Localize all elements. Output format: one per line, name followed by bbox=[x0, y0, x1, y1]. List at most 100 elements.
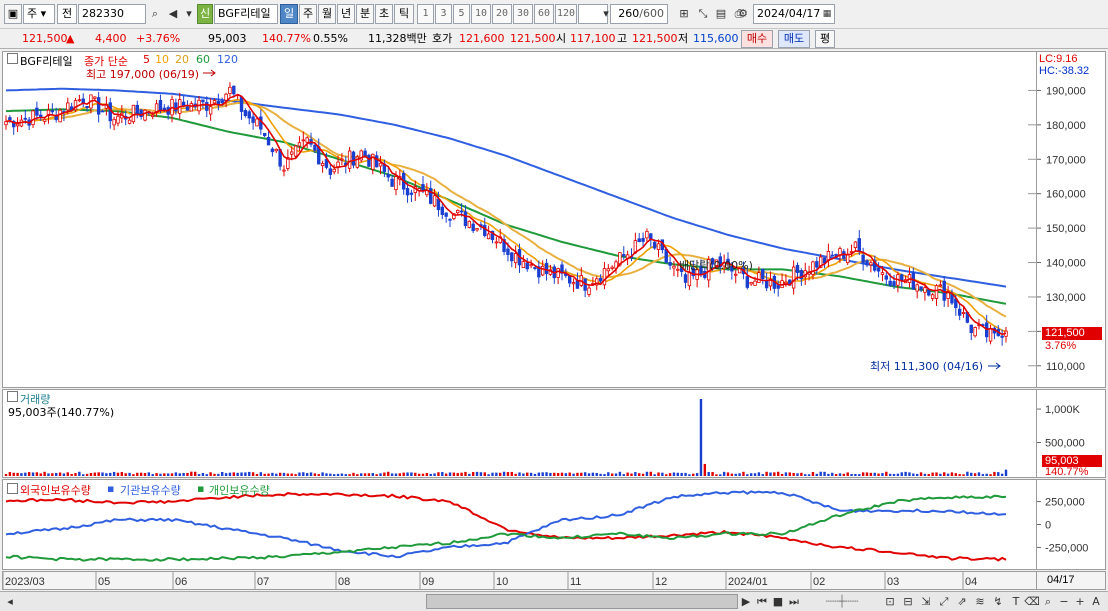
scroll-thumb[interactable] bbox=[426, 594, 738, 609]
volume-panel[interactable]: 거래량 95,003주(140.77%) bbox=[2, 389, 1037, 478]
interval-120[interactable]: 120 bbox=[555, 4, 577, 24]
stop-icon[interactable]: ■ bbox=[770, 592, 786, 611]
volume-bar bbox=[24, 472, 27, 476]
ma20-label: 20 bbox=[175, 53, 189, 66]
volume-bar bbox=[414, 472, 417, 476]
candle-body bbox=[112, 118, 116, 126]
volume-bar bbox=[510, 471, 513, 476]
candle-body bbox=[938, 284, 943, 287]
volume-bar bbox=[529, 472, 533, 476]
grid-icon[interactable]: ⊟ bbox=[900, 592, 916, 611]
tab-daily[interactable]: 일 bbox=[280, 4, 298, 24]
tab-tick[interactable]: 틱 bbox=[394, 4, 414, 24]
volume-bar bbox=[236, 472, 239, 476]
chart-tools-icon[interactable]: ⊞ bbox=[676, 4, 692, 24]
zoom-icon[interactable]: ⌕ bbox=[1040, 592, 1056, 611]
cycle-icon[interactable]: ↯ bbox=[990, 592, 1006, 611]
basis-select[interactable]: 전 bbox=[57, 4, 77, 24]
volume-bar bbox=[881, 473, 884, 476]
panel-menu-icon[interactable] bbox=[7, 391, 18, 402]
interval-10[interactable]: 10 bbox=[471, 4, 491, 24]
cursor-icon[interactable]: ⇲ bbox=[918, 592, 934, 611]
save-icon[interactable]: ▤ bbox=[713, 4, 729, 24]
candle-body bbox=[483, 224, 487, 237]
price-chart-panel[interactable]: BGF리테일 종가 단순 5 10 20 60 120 최고 197,000 (… bbox=[2, 51, 1037, 388]
candle-body bbox=[606, 268, 611, 272]
erase-icon[interactable]: ⌫ bbox=[1024, 592, 1040, 611]
tab-weekly[interactable]: 주 bbox=[299, 4, 317, 24]
panel-menu-icon[interactable] bbox=[7, 483, 18, 494]
sound-icon[interactable]: ◀ bbox=[165, 4, 181, 24]
interval-1[interactable]: 1 bbox=[417, 4, 434, 24]
count-input[interactable]: 260/600 bbox=[610, 4, 668, 24]
high-price: 121,500 bbox=[632, 32, 678, 45]
trend-icon[interactable]: ⇗ bbox=[954, 592, 970, 611]
interval-60[interactable]: 60 bbox=[534, 4, 554, 24]
tab-monthly[interactable]: 월 bbox=[318, 4, 336, 24]
line-tool-icon[interactable]: ⤢ bbox=[936, 592, 952, 611]
scrollbar[interactable]: ◂ ▶ ⏮ ■ ⏭ ┄┄┼┄┄ ⊡ ⊟ ⇲ ⤢ ⇗ ≋ ↯ T ⌫ ⌕ − + … bbox=[0, 591, 1108, 611]
interval-20[interactable]: 20 bbox=[492, 4, 512, 24]
volume-bar bbox=[402, 472, 405, 476]
zoom-slider[interactable]: ┄┄┼┄┄ bbox=[812, 592, 872, 611]
volume-bar bbox=[448, 472, 452, 476]
window-icon[interactable]: ▣ bbox=[4, 4, 22, 24]
legend-inst-marker: ▪ bbox=[107, 482, 115, 495]
hc-label: HC:-38.32 bbox=[1039, 65, 1090, 77]
search-icon[interactable]: ⌕ bbox=[147, 4, 163, 24]
holdings-panel[interactable]: 외국인보유수량 ▪ 기관보유수량 ▪ 개인보유수량 bbox=[2, 479, 1037, 570]
candle-body bbox=[58, 109, 62, 123]
volume-bar bbox=[757, 472, 761, 476]
volume-bar bbox=[672, 472, 676, 476]
scroll-left-icon[interactable]: ◂ bbox=[2, 592, 18, 611]
play-icon[interactable]: ▶ bbox=[738, 592, 754, 611]
volume-bar bbox=[471, 472, 475, 476]
volume-bar bbox=[313, 473, 317, 476]
date-label: 11 bbox=[570, 576, 581, 588]
interval-30[interactable]: 30 bbox=[513, 4, 533, 24]
volume-bar bbox=[124, 473, 127, 476]
tab-minute[interactable]: 분 bbox=[356, 4, 374, 24]
gear-icon[interactable]: ⚙ bbox=[735, 4, 751, 24]
volume-bar bbox=[607, 472, 610, 476]
volume-bar bbox=[271, 472, 274, 476]
plus-icon[interactable]: + bbox=[1072, 592, 1088, 611]
rewind-icon[interactable]: ⏮ bbox=[754, 592, 770, 611]
date-axis: 2023/03 05 06 07 08 09 10 11 12 2024/01 02 03 04 bbox=[2, 571, 1037, 590]
text-tool-icon[interactable]: T bbox=[1008, 592, 1024, 611]
candle-body bbox=[687, 271, 692, 287]
candle-body bbox=[587, 287, 591, 295]
tab-second[interactable]: 초 bbox=[375, 4, 393, 24]
volume-bar bbox=[174, 472, 178, 476]
fib-icon[interactable]: ≋ bbox=[972, 592, 988, 611]
volume-bar bbox=[595, 472, 598, 476]
panel-menu-icon[interactable] bbox=[7, 53, 18, 64]
calendar-icon[interactable]: ▦ bbox=[819, 4, 835, 24]
volume-bar bbox=[244, 472, 247, 476]
volume-bar bbox=[275, 473, 278, 476]
eval-button[interactable]: 평 bbox=[815, 30, 835, 48]
stock-code-input[interactable]: 282330 bbox=[78, 4, 146, 24]
candle-body bbox=[884, 275, 889, 280]
volume-bar bbox=[367, 473, 371, 476]
volume-bar bbox=[819, 471, 822, 476]
volume-bar bbox=[47, 473, 50, 476]
price-chart[interactable] bbox=[3, 52, 1036, 387]
chevron-down-icon[interactable]: ▾ bbox=[181, 4, 197, 24]
tab-yearly[interactable]: 년 bbox=[337, 4, 355, 24]
crosshair-icon[interactable]: ⊡ bbox=[882, 592, 898, 611]
volume-bar bbox=[456, 473, 459, 476]
interval-5[interactable]: 5 bbox=[453, 4, 470, 24]
volume-bar bbox=[970, 472, 973, 476]
interval-3[interactable]: 3 bbox=[435, 4, 452, 24]
period-select[interactable]: 주 ▾ bbox=[23, 4, 55, 24]
sell-button[interactable]: 매도 bbox=[778, 30, 810, 48]
forward-icon[interactable]: ⏭ bbox=[786, 592, 802, 611]
candle-body bbox=[915, 284, 919, 292]
volume-bar bbox=[580, 472, 583, 476]
buy-button[interactable]: 매수 bbox=[741, 30, 773, 48]
draw-line-icon[interactable]: ⤡ bbox=[695, 4, 711, 24]
minus-icon[interactable]: − bbox=[1056, 592, 1072, 611]
volume-chart[interactable] bbox=[3, 390, 1036, 477]
font-size-icon[interactable]: A bbox=[1088, 592, 1104, 611]
